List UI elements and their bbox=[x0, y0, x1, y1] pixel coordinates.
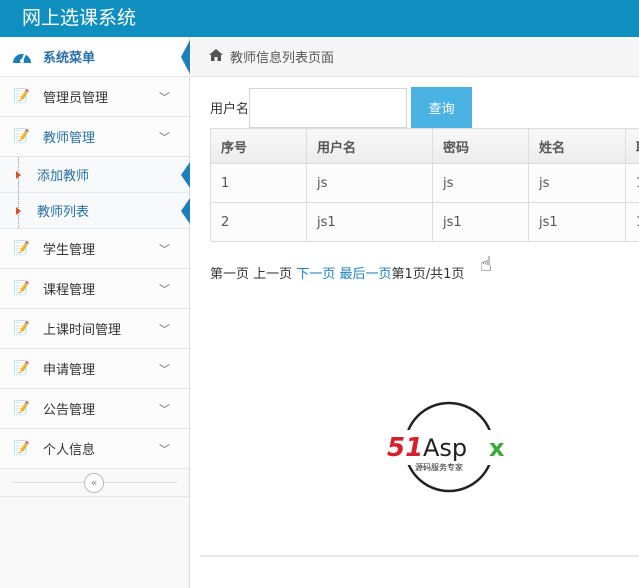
caret-right-icon bbox=[16, 170, 21, 179]
search-button[interactable]: 查询 bbox=[411, 87, 473, 128]
active-arrow bbox=[181, 161, 190, 188]
column-header: 姓名 bbox=[528, 128, 626, 164]
sidebar-menu-title[interactable]: 系统菜单 bbox=[0, 37, 190, 77]
home-icon[interactable] bbox=[208, 48, 224, 66]
next-page-link[interactable]: 下一页 bbox=[296, 267, 335, 282]
breadcrumb: 教师信息列表页面 bbox=[191, 37, 639, 77]
sidebar-item-schedule[interactable]: 📝 上课时间管理 ﹀ bbox=[0, 309, 189, 349]
chevron-down-icon: ﹀ bbox=[159, 402, 170, 416]
column-header: 密码 bbox=[432, 128, 529, 164]
chevron-down-icon: ﹀ bbox=[159, 282, 170, 296]
prev-page: 上一页 bbox=[253, 267, 293, 282]
sidebar-item-label: 学生管理 bbox=[43, 243, 96, 258]
edit-icon: 📝 bbox=[13, 321, 31, 336]
sidebar: 系统菜单 📝 管理员管理 ﹀ 📝 教师管理 ﹀ 添加教师 教师列表 📝 学生管理 ﹀ 📝 课程… bbox=[0, 37, 190, 588]
svg-text:Asp: Asp bbox=[423, 434, 467, 462]
column-header: 联 bbox=[625, 128, 639, 164]
last-page-link[interactable]: 最后一页 bbox=[339, 267, 391, 282]
table-cell: js1 bbox=[306, 202, 433, 242]
edit-icon: 📝 bbox=[13, 281, 31, 296]
dashboard-icon bbox=[12, 49, 32, 65]
table-row: 1 js js js 1 bbox=[210, 163, 639, 203]
sidebar-subitem-teacher-list[interactable]: 教师列表 bbox=[0, 193, 190, 229]
sidebar-item-student[interactable]: 📝 学生管理 ﹀ bbox=[0, 229, 189, 269]
chevron-down-icon: ﹀ bbox=[159, 90, 170, 104]
edit-icon: 📝 bbox=[13, 129, 31, 144]
search-form: 用户名 查询 bbox=[210, 87, 473, 128]
chevron-down-icon: ﹀ bbox=[159, 242, 170, 256]
svg-text:源码服务专家: 源码服务专家 bbox=[415, 462, 463, 472]
table-cell: js bbox=[528, 163, 626, 203]
hand-cursor-icon: ☝ bbox=[480, 252, 493, 276]
table-cell: js1 bbox=[528, 202, 626, 242]
sidebar-item-label: 公告管理 bbox=[43, 403, 96, 418]
edit-icon: 📝 bbox=[13, 441, 31, 456]
collapse-sidebar-button[interactable]: « bbox=[84, 473, 104, 493]
app-header: 网上选课系统 bbox=[0, 0, 639, 37]
teacher-table: 序号 用户名 密码 姓名 联 1 js js js 1 2 js1 js1 js… bbox=[210, 128, 639, 242]
table-cell: 1 bbox=[210, 163, 307, 203]
sidebar-subitem-add-teacher[interactable]: 添加教师 bbox=[0, 157, 190, 193]
pagination: 第一页 上一页 下一页 最后一页第1页/共1页 bbox=[210, 263, 464, 282]
table-cell: 1 bbox=[625, 202, 639, 242]
edit-icon: 📝 bbox=[13, 361, 31, 376]
sidebar-item-notice[interactable]: 📝 公告管理 ﹀ bbox=[0, 389, 189, 429]
column-header: 用户名 bbox=[306, 128, 433, 164]
chevron-down-icon: ﹀ bbox=[159, 322, 170, 336]
username-label: 用户名 bbox=[210, 102, 250, 117]
chevron-down-icon: ﹀ bbox=[159, 442, 170, 456]
sidebar-subitem-label: 添加教师 bbox=[37, 169, 90, 184]
table-cell: 2 bbox=[210, 202, 307, 242]
table-cell: js1 bbox=[432, 202, 529, 242]
table-cell: js bbox=[306, 163, 433, 203]
breadcrumb-text: 教师信息列表页面 bbox=[230, 51, 335, 66]
sidebar-item-label: 申请管理 bbox=[43, 363, 96, 378]
chevron-down-icon: ﹀ bbox=[159, 130, 170, 144]
edit-icon: 📝 bbox=[13, 89, 31, 104]
active-arrow bbox=[181, 197, 190, 224]
table-cell: 1 bbox=[625, 163, 639, 203]
sidebar-menu-title-label: 系统菜单 bbox=[43, 51, 96, 66]
sidebar-item-application[interactable]: 📝 申请管理 ﹀ bbox=[0, 349, 189, 389]
username-input[interactable] bbox=[249, 87, 408, 128]
sidebar-item-teacher[interactable]: 📝 教师管理 ﹀ bbox=[0, 117, 189, 157]
chevron-down-icon: ﹀ bbox=[159, 362, 170, 376]
table-row: 2 js1 js1 js1 1 bbox=[210, 202, 639, 242]
sidebar-item-admin[interactable]: 📝 管理员管理 ﹀ bbox=[0, 77, 189, 117]
column-header: 序号 bbox=[210, 128, 307, 164]
app-title: 网上选课系统 bbox=[22, 7, 137, 29]
caret-right-icon bbox=[16, 206, 21, 215]
table-cell: js bbox=[432, 163, 529, 203]
page-status: 第1页/共1页 bbox=[391, 267, 465, 282]
table-header-row: 序号 用户名 密码 姓名 联 bbox=[210, 128, 639, 164]
sidebar-item-label: 管理员管理 bbox=[43, 91, 109, 106]
sidebar-item-label: 课程管理 bbox=[43, 283, 96, 298]
sidebar-collapse-bar: « bbox=[0, 469, 189, 497]
edit-icon: 📝 bbox=[13, 401, 31, 416]
edit-icon: 📝 bbox=[13, 241, 31, 256]
active-arrow bbox=[181, 39, 190, 74]
divider bbox=[200, 555, 639, 557]
sidebar-item-label: 上课时间管理 bbox=[43, 323, 122, 338]
logo: 51 Asp x 源码服务专家 bbox=[385, 400, 515, 495]
svg-text:x: x bbox=[489, 434, 505, 462]
sidebar-subitem-label: 教师列表 bbox=[37, 205, 90, 220]
first-page: 第一页 bbox=[210, 267, 250, 282]
svg-text:51: 51 bbox=[387, 433, 423, 463]
sidebar-item-profile[interactable]: 📝 个人信息 ﹀ bbox=[0, 429, 189, 469]
sidebar-item-course[interactable]: 📝 课程管理 ﹀ bbox=[0, 269, 189, 309]
sidebar-item-label: 教师管理 bbox=[43, 131, 96, 146]
sidebar-item-label: 个人信息 bbox=[43, 443, 96, 458]
